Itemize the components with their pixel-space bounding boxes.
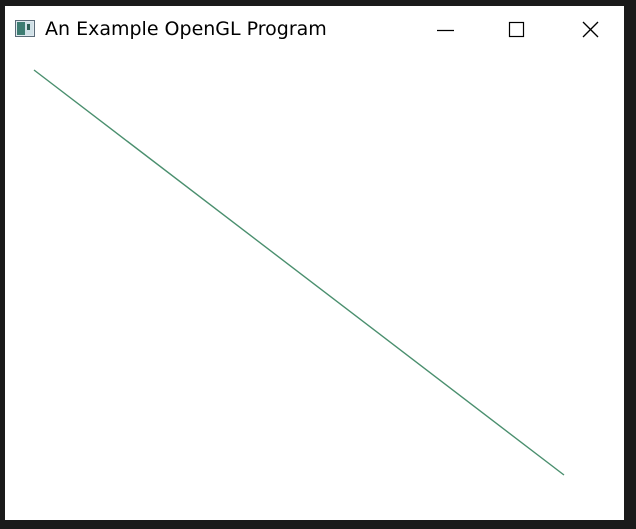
desktop-background: An Example OpenGL Program — [0, 0, 636, 529]
maximize-button[interactable] — [482, 6, 552, 54]
render-canvas — [33, 69, 565, 476]
title-bar[interactable]: An Example OpenGL Program — [5, 6, 624, 54]
minimize-button[interactable] — [410, 6, 480, 54]
opengl-window[interactable]: An Example OpenGL Program — [5, 6, 624, 520]
diagonal-line — [33, 69, 565, 476]
window-title: An Example OpenGL Program — [45, 18, 327, 40]
opengl-render-area[interactable] — [5, 54, 624, 520]
close-button[interactable] — [555, 6, 624, 54]
opengl-app-icon — [15, 20, 35, 37]
